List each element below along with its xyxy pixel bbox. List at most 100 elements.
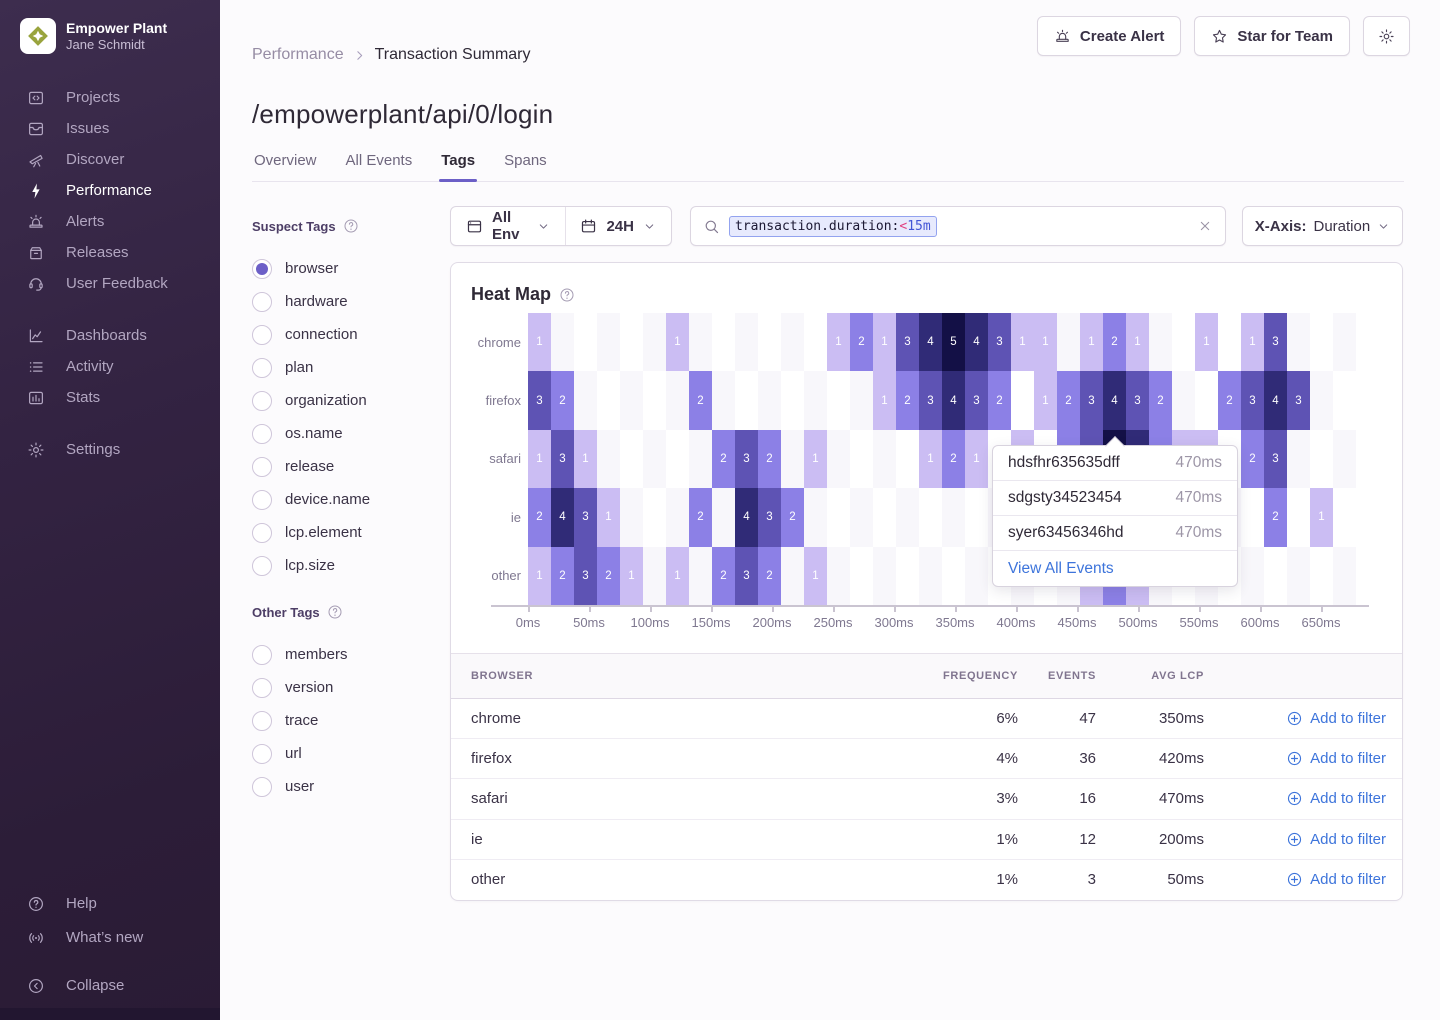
- tooltip-event-row[interactable]: hdsfhr635635dff470ms: [993, 446, 1237, 481]
- heatmap-cell[interactable]: 3: [574, 488, 597, 546]
- heatmap-cell[interactable]: 2: [896, 371, 919, 429]
- radio-unchecked-icon[interactable]: [252, 424, 272, 444]
- radio-unchecked-icon[interactable]: [252, 523, 272, 543]
- radio-unchecked-icon[interactable]: [252, 777, 272, 797]
- heatmap-cell[interactable]: 1: [1034, 371, 1057, 429]
- heatmap-cell[interactable]: 3: [758, 488, 781, 546]
- tag-option-user[interactable]: user: [252, 770, 428, 803]
- org-switcher[interactable]: Empower Plant Jane Schmidt: [20, 18, 167, 54]
- heatmap-cell[interactable]: 3: [965, 371, 988, 429]
- heatmap-cell[interactable]: 1: [804, 547, 827, 605]
- heatmap-cell[interactable]: 4: [965, 313, 988, 371]
- heatmap-cell[interactable]: 3: [735, 547, 758, 605]
- heatmap-cell[interactable]: 2: [988, 371, 1011, 429]
- heatmap-cell[interactable]: 3: [919, 371, 942, 429]
- heatmap-cell[interactable]: 3: [551, 430, 574, 488]
- question-circle-icon[interactable]: [559, 287, 575, 303]
- tag-option-lcp-size[interactable]: lcp.size: [252, 549, 428, 582]
- radio-unchecked-icon[interactable]: [252, 645, 272, 665]
- tag-option-device-name[interactable]: device.name: [252, 483, 428, 516]
- heatmap-cell[interactable]: 1: [666, 547, 689, 605]
- heatmap-cell[interactable]: 3: [1126, 371, 1149, 429]
- heatmap-cell[interactable]: 1: [528, 430, 551, 488]
- tag-option-release[interactable]: release: [252, 450, 428, 483]
- heatmap-cell[interactable]: 4: [942, 371, 965, 429]
- heatmap-cell[interactable]: 2: [850, 313, 873, 371]
- radio-unchecked-icon[interactable]: [252, 744, 272, 764]
- heatmap-cell[interactable]: 1: [574, 430, 597, 488]
- heatmap-cell[interactable]: 5: [942, 313, 965, 371]
- environment-selector[interactable]: All Env: [451, 207, 565, 245]
- tag-option-hardware[interactable]: hardware: [252, 285, 428, 318]
- sidebar-item-user-feedback[interactable]: User Feedback: [0, 268, 220, 299]
- radio-unchecked-icon[interactable]: [252, 292, 272, 312]
- tag-option-lcp-element[interactable]: lcp.element: [252, 516, 428, 549]
- heatmap-cell[interactable]: 3: [1080, 371, 1103, 429]
- radio-unchecked-icon[interactable]: [252, 325, 272, 345]
- heatmap-cell[interactable]: 3: [988, 313, 1011, 371]
- heatmap-cell[interactable]: 4: [919, 313, 942, 371]
- heatmap-cell[interactable]: 2: [1149, 371, 1172, 429]
- heatmap-cell[interactable]: 4: [1103, 371, 1126, 429]
- heatmap-cell[interactable]: 1: [1011, 313, 1034, 371]
- heatmap-cell[interactable]: 2: [1103, 313, 1126, 371]
- event-id[interactable]: syer63456346hd: [1008, 524, 1124, 542]
- heatmap-cell[interactable]: 2: [758, 430, 781, 488]
- search-input[interactable]: transaction.duration:<15m: [690, 206, 1226, 246]
- tag-option-trace[interactable]: trace: [252, 704, 428, 737]
- tab-all-events[interactable]: All Events: [344, 150, 415, 181]
- breadcrumb-parent[interactable]: Performance: [252, 46, 344, 64]
- clear-search-icon[interactable]: [1197, 218, 1213, 234]
- sidebar-item-what-s-new[interactable]: What’s new: [0, 922, 220, 953]
- heatmap-cell[interactable]: 2: [551, 371, 574, 429]
- heatmap-cell[interactable]: 2: [758, 547, 781, 605]
- question-circle-icon[interactable]: [327, 604, 343, 620]
- heatmap-cell[interactable]: 1: [1034, 313, 1057, 371]
- sidebar-item-discover[interactable]: Discover: [0, 144, 220, 175]
- heatmap-cell[interactable]: 2: [689, 371, 712, 429]
- heatmap-cell[interactable]: 2: [712, 430, 735, 488]
- heatmap-cell[interactable]: 1: [1241, 313, 1264, 371]
- tag-option-url[interactable]: url: [252, 737, 428, 770]
- heatmap-cell[interactable]: 1: [666, 313, 689, 371]
- heatmap-cell[interactable]: 1: [965, 430, 988, 488]
- heatmap-cell[interactable]: 1: [873, 371, 896, 429]
- create-alert-button[interactable]: Create Alert: [1037, 16, 1181, 56]
- heatmap-cell[interactable]: 1: [804, 430, 827, 488]
- sidebar-collapse-button[interactable]: Collapse: [0, 970, 220, 1001]
- radio-unchecked-icon[interactable]: [252, 711, 272, 731]
- add-to-filter-button[interactable]: Add to filter: [1204, 710, 1394, 727]
- event-id[interactable]: hdsfhr635635dff: [1008, 454, 1120, 472]
- star-for-team-button[interactable]: Star for Team: [1194, 16, 1350, 56]
- date-range-selector[interactable]: 24H: [565, 207, 671, 245]
- heatmap-cell[interactable]: 1: [873, 313, 896, 371]
- question-circle-icon[interactable]: [343, 218, 359, 234]
- heatmap-cell[interactable]: 2: [689, 488, 712, 546]
- heatmap-cell[interactable]: 3: [574, 547, 597, 605]
- sidebar-item-stats[interactable]: Stats: [0, 382, 220, 413]
- event-id[interactable]: sdgsty34523454: [1008, 489, 1122, 507]
- tag-option-connection[interactable]: connection: [252, 318, 428, 351]
- heatmap-cell[interactable]: 2: [712, 547, 735, 605]
- x-axis-selector[interactable]: X-Axis: Duration: [1242, 206, 1403, 246]
- heatmap-cell[interactable]: 1: [597, 488, 620, 546]
- heatmap-cell[interactable]: 2: [781, 488, 804, 546]
- heatmap-cell[interactable]: 1: [1310, 488, 1333, 546]
- add-to-filter-button[interactable]: Add to filter: [1204, 831, 1394, 848]
- tag-option-browser[interactable]: browser: [252, 252, 428, 285]
- heatmap-cell[interactable]: 2: [1264, 488, 1287, 546]
- add-to-filter-button[interactable]: Add to filter: [1204, 750, 1394, 767]
- settings-button[interactable]: [1363, 16, 1410, 56]
- tab-spans[interactable]: Spans: [502, 150, 549, 181]
- tag-option-os-name[interactable]: os.name: [252, 417, 428, 450]
- tooltip-event-row[interactable]: syer63456346hd470ms: [993, 516, 1237, 551]
- radio-unchecked-icon[interactable]: [252, 678, 272, 698]
- tab-overview[interactable]: Overview: [252, 150, 319, 181]
- heatmap-cell[interactable]: 2: [942, 430, 965, 488]
- search-filter-token[interactable]: transaction.duration:<15m: [729, 216, 937, 237]
- heatmap-cell[interactable]: 3: [1264, 313, 1287, 371]
- radio-unchecked-icon[interactable]: [252, 358, 272, 378]
- tag-option-plan[interactable]: plan: [252, 351, 428, 384]
- tag-option-organization[interactable]: organization: [252, 384, 428, 417]
- heatmap-cell[interactable]: 3: [1264, 430, 1287, 488]
